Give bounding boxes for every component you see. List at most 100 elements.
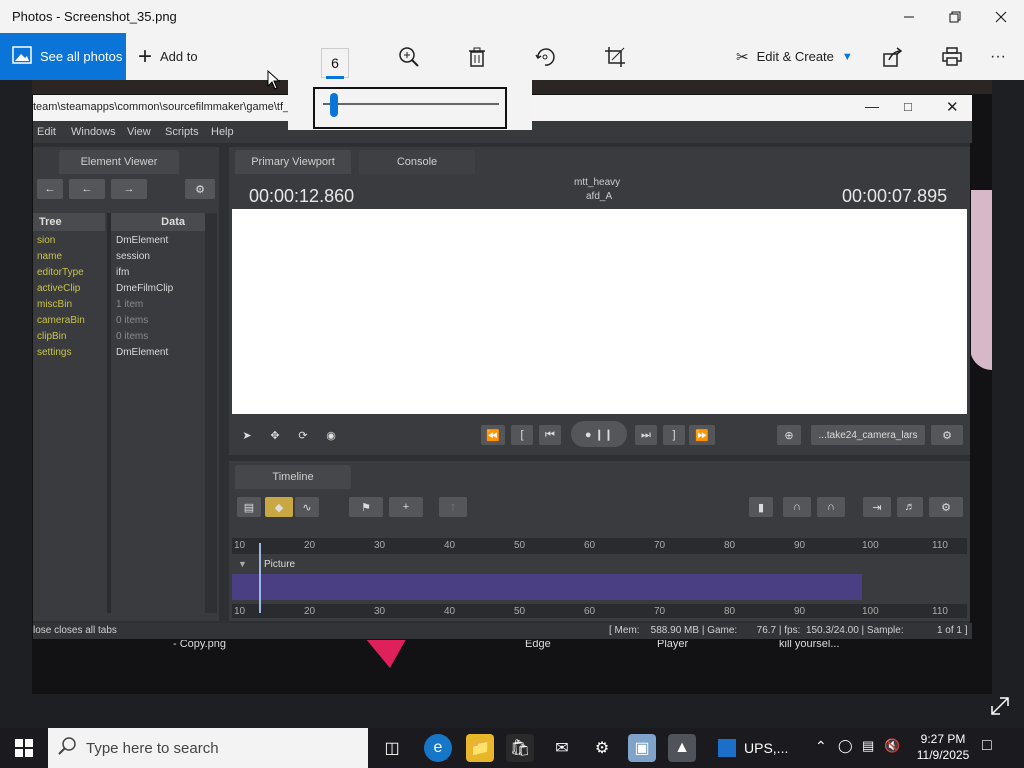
tree-item[interactable]: cameraBin	[37, 315, 85, 326]
fast-forward-icon[interactable]: ⏩	[689, 425, 715, 445]
sfm-maximize-icon[interactable]: □	[904, 99, 912, 114]
print-button[interactable]	[942, 33, 962, 80]
mark-out-icon[interactable]: ]	[663, 425, 685, 445]
delete-button[interactable]	[468, 33, 486, 80]
film-icon[interactable]: ▤	[237, 497, 261, 517]
meet-icon[interactable]: ◯	[838, 738, 853, 754]
scale-tool-icon[interactable]: ◉	[319, 425, 343, 445]
magnet-icon[interactable]: ∩	[783, 497, 811, 517]
gear-icon[interactable]: ⚙	[185, 179, 215, 199]
crop-button[interactable]	[604, 33, 626, 80]
data-column-header[interactable]: Data	[111, 213, 205, 231]
column-divider[interactable]	[107, 213, 111, 613]
timeline-gear-icon[interactable]: ⚙	[929, 497, 963, 517]
edge-browser-icon[interactable]: e	[424, 734, 452, 762]
taskbar-search-box[interactable]: Type here to search	[48, 728, 368, 768]
film-clip-bar[interactable]	[232, 574, 862, 600]
photos-taskbar-icon[interactable]: ▣	[628, 734, 656, 762]
data-item[interactable]: ifm	[116, 267, 129, 278]
lock-icon[interactable]: ▮	[749, 497, 773, 517]
zoom-slider[interactable]	[313, 87, 507, 129]
slider-thumb[interactable]	[330, 93, 338, 117]
data-item[interactable]: DmeFilmClip	[116, 283, 173, 294]
tree-column-header[interactable]: Tree	[33, 213, 105, 231]
task-view-icon[interactable]: ◫	[378, 734, 406, 762]
photos-app-active-icon[interactable]: ▲	[668, 734, 696, 762]
playhead-marker[interactable]	[259, 543, 261, 613]
tree-item[interactable]: activeClip	[37, 283, 80, 294]
select-tool-icon[interactable]: ➤	[235, 425, 259, 445]
menu-help[interactable]: Help	[211, 126, 234, 138]
marker-tool-icon[interactable]: ⚑	[349, 497, 383, 517]
tab-primary-viewport[interactable]: Primary Viewport	[235, 150, 351, 174]
menu-windows[interactable]: Windows	[71, 126, 116, 138]
add-icon[interactable]: +	[389, 497, 423, 517]
motion-editor-icon[interactable]: ◆	[265, 497, 293, 517]
step-forward-icon[interactable]: ⏭	[635, 425, 657, 445]
graph-editor-icon[interactable]: ∿	[295, 497, 319, 517]
collapse-arrow-icon[interactable]: ▼	[238, 559, 247, 569]
file-explorer-icon[interactable]: 📁	[466, 734, 494, 762]
close-button[interactable]	[978, 0, 1024, 33]
start-button[interactable]	[0, 728, 48, 768]
menu-scripts[interactable]: Scripts	[165, 126, 199, 138]
sfm-minimize-icon[interactable]: —	[865, 98, 879, 114]
nav-back-button[interactable]: ←	[69, 179, 105, 199]
vertical-scrollbar[interactable]	[205, 213, 217, 613]
menu-view[interactable]: View	[127, 126, 151, 138]
tree-item[interactable]: name	[37, 251, 62, 262]
data-item[interactable]: DmElement	[116, 347, 168, 358]
tab-console[interactable]: Console	[359, 150, 475, 174]
jump-end-icon[interactable]: ⇥	[863, 497, 891, 517]
nav-forward-button[interactable]: →	[111, 179, 147, 199]
settings-icon[interactable]: ⚙	[588, 734, 616, 762]
ups-app-button[interactable]: UPS,...	[718, 734, 788, 762]
chevron-up-icon[interactable]: ⌃	[815, 738, 827, 755]
up-icon[interactable]: ↑	[439, 497, 467, 517]
share-button[interactable]	[883, 33, 903, 80]
timeline-ruler-bottom[interactable]: 10 20 30 40 50 60 70 80 90 100 110	[232, 604, 967, 618]
taskbar-clock[interactable]: 9:27 PM 11/9/2025	[913, 731, 973, 763]
rotate-tool-icon[interactable]: ⟳	[291, 425, 315, 445]
more-options-button[interactable]: ···	[990, 33, 1006, 80]
rotate-button[interactable]	[534, 33, 556, 80]
tree-item[interactable]: settings	[37, 347, 71, 358]
rewind-icon[interactable]: ⏪	[481, 425, 505, 445]
data-item[interactable]: 0 items	[116, 315, 148, 326]
sfm-close-icon[interactable]: ✕	[946, 98, 959, 116]
menu-edit[interactable]: Edit	[37, 126, 56, 138]
tab-timeline[interactable]: Timeline	[235, 465, 351, 489]
target-icon[interactable]: ⊕	[777, 425, 801, 445]
timeline-ruler[interactable]: 10 20 30 40 50 60 70 80 90 100 110	[232, 538, 967, 554]
picture-track-row[interactable]: ▼ Picture	[232, 557, 967, 573]
back-button[interactable]: ←	[37, 179, 63, 199]
see-all-photos-button[interactable]: See all photos	[0, 33, 126, 80]
tree-item[interactable]: sion	[37, 235, 55, 246]
zoom-button[interactable]	[398, 33, 420, 80]
minimize-button[interactable]	[886, 0, 932, 33]
notifications-icon[interactable]: □	[982, 737, 992, 755]
record-pause-control[interactable]: ● ❙❙	[571, 421, 627, 447]
viewport-render[interactable]	[232, 209, 967, 414]
viewport-gear-icon[interactable]: ⚙	[931, 425, 963, 445]
camera-select[interactable]: ...take24_camera_lars	[811, 425, 925, 445]
tree-item[interactable]: editorType	[37, 267, 84, 278]
tree-item[interactable]: clipBin	[37, 331, 66, 342]
mail-icon[interactable]: ✉	[548, 734, 576, 762]
data-item[interactable]: 1 item	[116, 299, 143, 310]
snap-icon[interactable]: ∩	[817, 497, 845, 517]
data-item[interactable]: DmElement	[116, 235, 168, 246]
tab-element-viewer[interactable]: Element Viewer	[59, 150, 179, 174]
edit-create-button[interactable]: ✂ Edit & Create ▼	[736, 33, 853, 80]
data-item[interactable]: session	[116, 251, 150, 262]
mark-in-icon[interactable]: [	[511, 425, 533, 445]
step-back-icon[interactable]: ⏮	[539, 425, 561, 445]
volume-muted-icon[interactable]: 🔇	[884, 738, 900, 754]
data-item[interactable]: 0 items	[116, 331, 148, 342]
move-tool-icon[interactable]: ✥	[263, 425, 287, 445]
network-icon[interactable]: ▤	[862, 738, 874, 754]
maximize-button[interactable]	[932, 0, 978, 33]
slider-track[interactable]	[323, 103, 499, 105]
tree-item[interactable]: miscBin	[37, 299, 72, 310]
add-to-button[interactable]: + Add to	[138, 33, 198, 80]
